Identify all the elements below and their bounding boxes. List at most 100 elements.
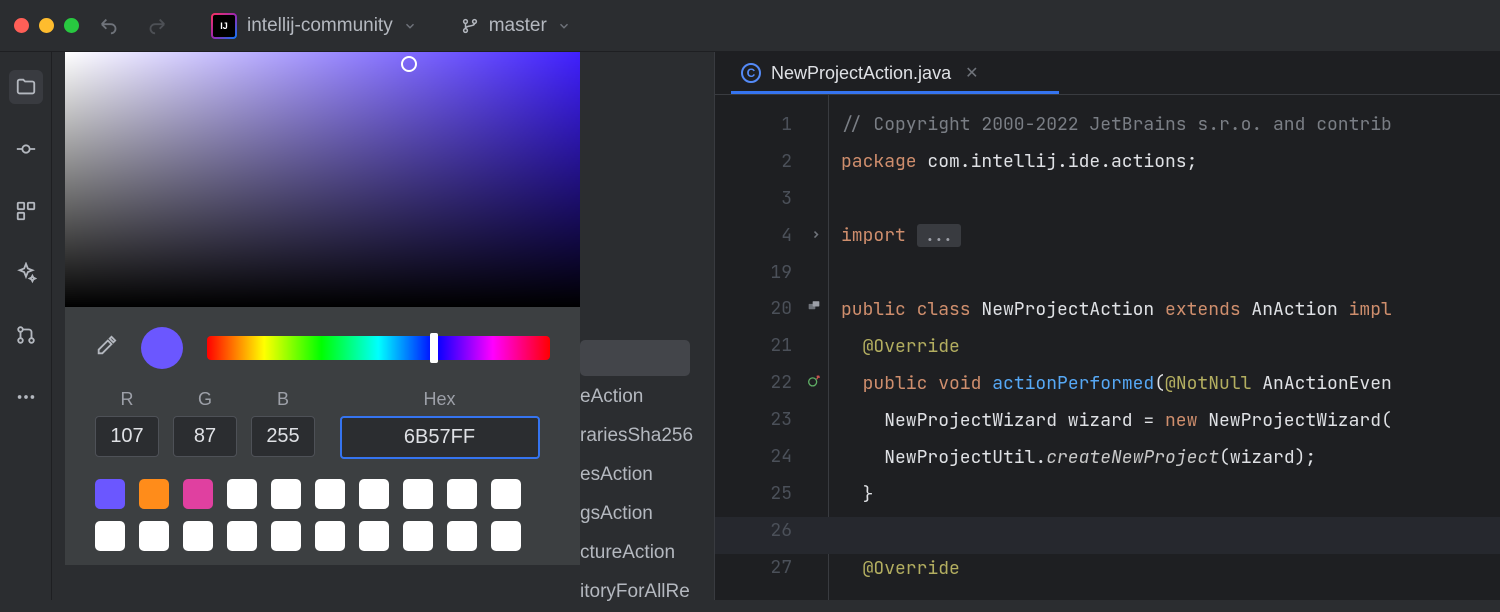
color-swatch[interactable] — [183, 479, 213, 509]
color-swatch[interactable] — [403, 479, 433, 509]
titlebar: IJ intellij-community master — [0, 0, 1500, 52]
branch-name: master — [489, 15, 547, 37]
list-item[interactable]: rariesSha256 — [580, 417, 710, 456]
color-swatch[interactable] — [271, 521, 301, 551]
line-number: 3 — [715, 181, 828, 218]
left-toolbar — [0, 52, 52, 600]
undo-redo-group — [99, 15, 167, 37]
editor-tabs: C NewProjectAction.java ✕ — [715, 52, 1500, 95]
partial-list: eActionrariesSha256esActiongsActioncture… — [580, 378, 710, 612]
eyedropper-button[interactable] — [95, 335, 117, 362]
intellij-icon: IJ — [211, 13, 237, 39]
code-line[interactable]: public class NewProjectAction extends An… — [841, 292, 1500, 329]
structure-tool-button[interactable] — [9, 194, 43, 228]
b-input[interactable] — [251, 416, 315, 457]
line-number: 1 — [715, 107, 828, 144]
color-swatch[interactable] — [315, 479, 345, 509]
color-swatch[interactable] — [315, 521, 345, 551]
minimize-window-button[interactable] — [39, 18, 54, 33]
color-swatch[interactable] — [359, 479, 389, 509]
r-input[interactable] — [95, 416, 159, 457]
list-item[interactable]: itoryForAllRe — [580, 573, 710, 612]
chevron-down-icon — [403, 19, 417, 33]
code-line[interactable]: @Override — [841, 329, 1500, 366]
line-number: 4 — [715, 218, 828, 255]
editor-pane: C NewProjectAction.java ✕ 12341920212223… — [714, 52, 1500, 600]
code-line[interactable]: // Copyright 2000-2022 JetBrains s.r.o. … — [841, 107, 1500, 144]
color-swatch[interactable] — [491, 521, 521, 551]
hex-label: Hex — [423, 389, 455, 410]
line-number: 27 — [715, 550, 828, 587]
class-icon: C — [741, 63, 761, 83]
color-swatch[interactable] — [139, 521, 169, 551]
swatch-row — [95, 521, 550, 551]
line-number: 23 — [715, 402, 828, 439]
branch-icon — [461, 17, 479, 35]
list-item[interactable]: ctureAction — [580, 534, 710, 573]
code-line[interactable] — [841, 255, 1500, 292]
window-controls — [14, 18, 79, 33]
editor-tab[interactable]: C NewProjectAction.java ✕ — [733, 52, 987, 94]
hue-slider-handle[interactable] — [430, 333, 438, 363]
line-number: 22 — [715, 365, 828, 402]
g-label: G — [198, 389, 212, 410]
color-picker-popup: R G B Hex — [65, 52, 580, 565]
code-line[interactable] — [841, 181, 1500, 218]
color-swatch[interactable] — [359, 521, 389, 551]
color-field-cursor[interactable] — [401, 56, 417, 72]
tab-filename: NewProjectAction.java — [771, 63, 951, 84]
code-line[interactable]: public void actionPerformed(@NotNull AnA… — [841, 366, 1500, 403]
list-item[interactable]: gsAction — [580, 495, 710, 534]
line-number: 26 — [715, 513, 828, 550]
hue-slider[interactable] — [207, 336, 550, 360]
color-swatch[interactable] — [95, 479, 125, 509]
color-swatch[interactable] — [447, 479, 477, 509]
hex-input[interactable] — [340, 416, 540, 459]
code-line[interactable] — [841, 514, 1500, 551]
g-input[interactable] — [173, 416, 237, 457]
code-line[interactable]: NewProjectWizard wizard = new NewProject… — [841, 403, 1500, 440]
color-swatch[interactable] — [447, 521, 477, 551]
color-swatch[interactable] — [227, 479, 257, 509]
color-swatch[interactable] — [403, 521, 433, 551]
more-tool-button[interactable] — [9, 380, 43, 414]
line-number: 25 — [715, 476, 828, 513]
code-line[interactable]: package com.intellij.ide.actions; — [841, 144, 1500, 181]
saturation-value-field[interactable] — [65, 52, 580, 307]
project-name: intellij-community — [247, 15, 393, 37]
ai-tool-button[interactable] — [9, 256, 43, 290]
code-line[interactable]: import ... — [841, 218, 1500, 255]
color-swatch[interactable] — [271, 479, 301, 509]
project-tool-button[interactable] — [9, 70, 43, 104]
vcs-tool-button[interactable] — [9, 318, 43, 352]
redo-icon[interactable] — [145, 15, 167, 37]
color-preview-swatch — [141, 327, 183, 369]
line-number: 19 — [715, 255, 828, 292]
implements-gutter-icon[interactable] — [806, 291, 822, 328]
line-number: 21 — [715, 328, 828, 365]
code-area[interactable]: // Copyright 2000-2022 JetBrains s.r.o. … — [828, 95, 1500, 600]
color-swatch[interactable] — [183, 521, 213, 551]
branch-selector[interactable]: master — [461, 15, 571, 37]
color-swatch[interactable] — [95, 521, 125, 551]
color-swatch[interactable] — [139, 479, 169, 509]
color-swatch[interactable] — [227, 521, 257, 551]
list-item[interactable]: eAction — [580, 378, 710, 417]
project-selector[interactable]: IJ intellij-community — [211, 13, 417, 39]
color-swatch[interactable] — [491, 479, 521, 509]
editor-body[interactable]: 1234192021222324252627 // Copyright 2000… — [715, 95, 1500, 600]
close-window-button[interactable] — [14, 18, 29, 33]
maximize-window-button[interactable] — [64, 18, 79, 33]
code-line[interactable]: } — [841, 477, 1500, 514]
swatch-row — [95, 479, 550, 509]
close-tab-button[interactable]: ✕ — [965, 63, 978, 83]
override-gutter-icon[interactable] — [806, 365, 822, 402]
fold-chevron-icon[interactable] — [810, 218, 822, 255]
list-item[interactable]: esAction — [580, 456, 710, 495]
undo-icon[interactable] — [99, 15, 121, 37]
b-label: B — [277, 389, 289, 410]
commit-tool-button[interactable] — [9, 132, 43, 166]
active-tab-indicator — [731, 91, 1059, 94]
code-line[interactable]: NewProjectUtil.createNewProject(wizard); — [841, 440, 1500, 477]
code-line[interactable]: @Override — [841, 551, 1500, 588]
